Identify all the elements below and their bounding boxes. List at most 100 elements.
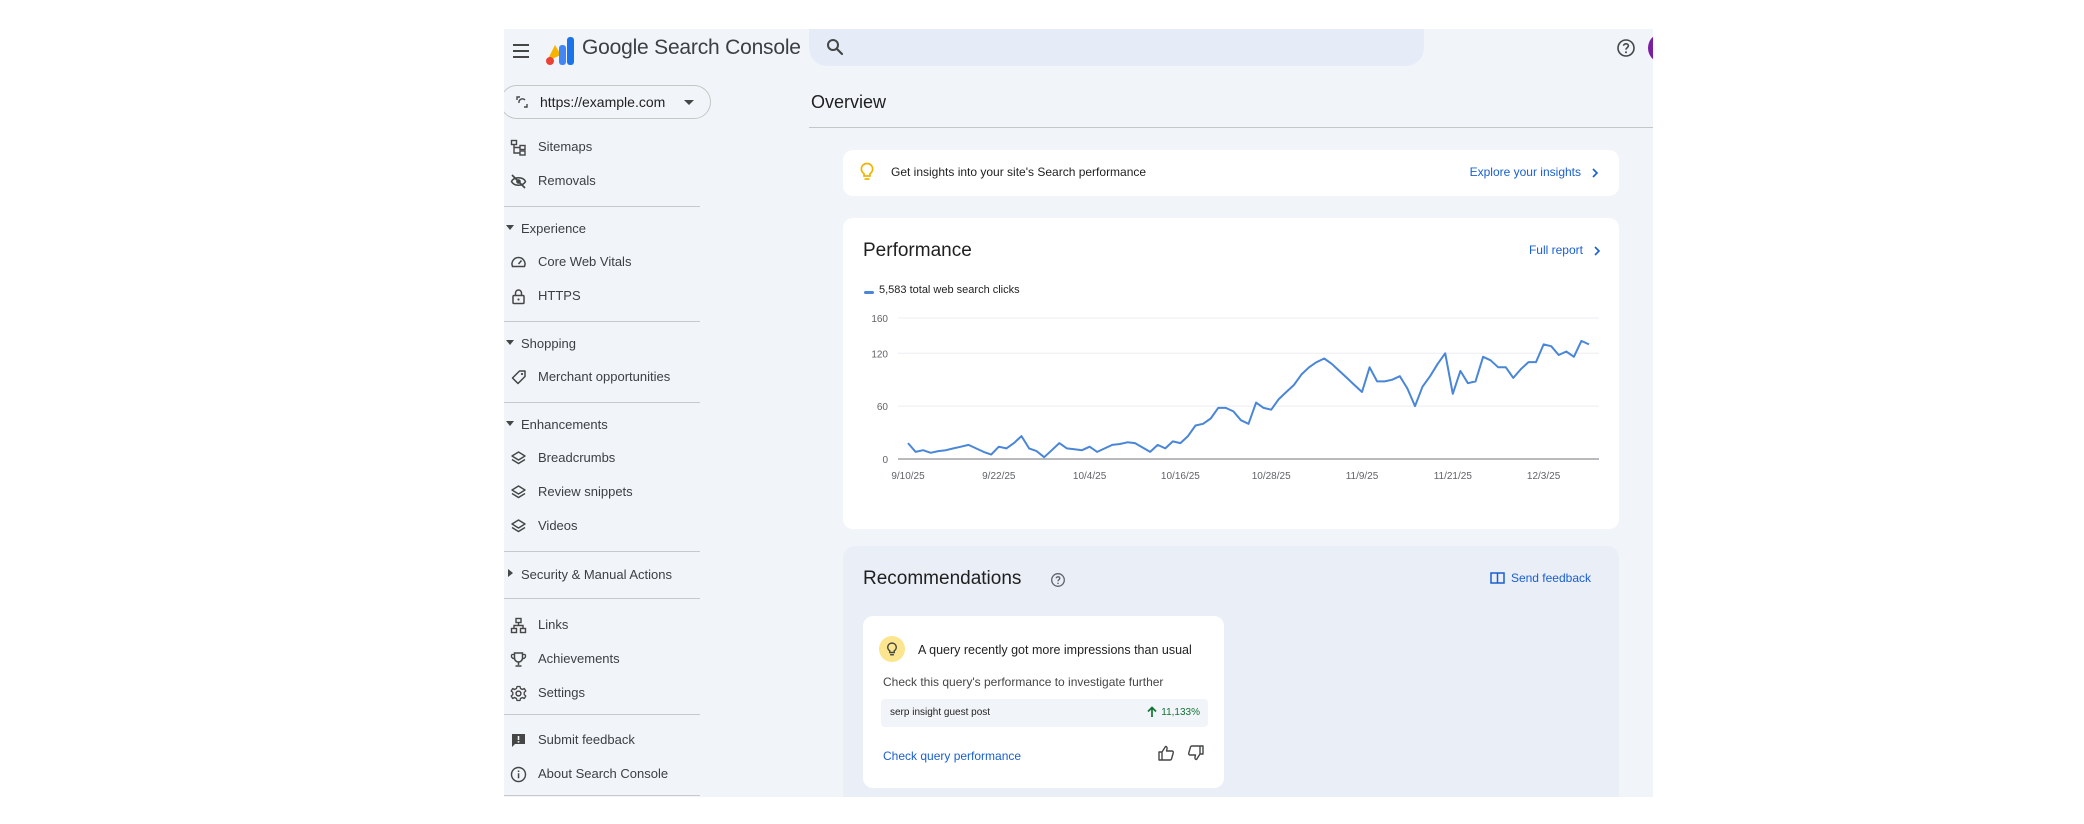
lightbulb-icon xyxy=(860,162,874,180)
main-menu-button[interactable] xyxy=(508,37,536,65)
x-tick-label: 11/21/25 xyxy=(1434,471,1473,482)
query-change-value: 11,133% xyxy=(1161,706,1200,718)
feedback-book-icon xyxy=(1490,572,1505,584)
nav-section-enhancements[interactable]: Enhancements xyxy=(504,414,704,436)
search-input[interactable] xyxy=(809,29,1424,66)
chevron-down-icon xyxy=(684,100,694,105)
query-change: 11,133% xyxy=(1146,706,1200,718)
gear-icon xyxy=(510,685,527,702)
help-icon[interactable] xyxy=(1050,572,1066,588)
performance-title: Performance xyxy=(863,240,972,261)
send-feedback-button[interactable]: Send feedback xyxy=(1490,571,1591,585)
product-name: Google Search Console xyxy=(582,36,801,59)
insights-text: Get insights into your site's Search per… xyxy=(891,165,1147,179)
x-tick-label: 12/3/25 xyxy=(1527,471,1561,482)
y-tick-label: 120 xyxy=(871,349,888,360)
property-url: https://example.com xyxy=(540,94,666,110)
layers-icon xyxy=(511,519,526,533)
query-row: serp insight guest post 11,133% xyxy=(881,699,1208,727)
nav-item-about[interactable]: About Search Console xyxy=(504,760,704,788)
feedback-icon xyxy=(512,734,525,747)
eye-off-icon xyxy=(510,174,527,189)
nav-item-label: Submit feedback xyxy=(538,732,635,747)
nav-item-label: About Search Console xyxy=(538,766,669,781)
nav-section-experience[interactable]: Experience xyxy=(504,218,704,240)
nav-item-removals[interactable]: Removals xyxy=(504,167,704,195)
nav-item-sitemaps[interactable]: Sitemaps xyxy=(504,133,704,161)
layers-icon xyxy=(511,485,526,499)
explore-insights-link[interactable]: Explore your insights xyxy=(1470,165,1581,179)
nav-item-label: Merchant opportunities xyxy=(538,369,671,384)
search-icon xyxy=(827,39,844,56)
clicks-series-line xyxy=(907,339,1590,459)
nav-item-settings[interactable]: Settings xyxy=(504,679,704,707)
nav-item-links[interactable]: Links xyxy=(504,611,704,639)
chevron-right-icon xyxy=(1594,246,1601,256)
nav-divider xyxy=(504,321,700,322)
x-tick-label: 10/28/25 xyxy=(1252,471,1291,482)
thumbs-down-icon[interactable] xyxy=(1187,744,1205,762)
nav-divider xyxy=(504,714,700,715)
full-report-link[interactable]: Full report xyxy=(1529,243,1583,257)
nav-item-review-snippets[interactable]: Review snippets xyxy=(504,478,704,506)
chevron-right-icon xyxy=(1592,168,1599,178)
property-selector[interactable]: https://example.com xyxy=(504,85,711,119)
nav-item-label: Links xyxy=(538,617,569,632)
nav-item-merchant-opportunities[interactable]: Merchant opportunities xyxy=(504,363,704,391)
info-icon xyxy=(510,766,527,783)
nav-section-label: Shopping xyxy=(521,336,576,351)
recommendation-heading: A query recently got more impressions th… xyxy=(918,643,1192,657)
help-icon xyxy=(1617,39,1635,57)
nav-item-label: Review snippets xyxy=(538,484,633,499)
x-tick-label: 11/9/25 xyxy=(1346,471,1379,482)
nav-item-https[interactable]: HTTPS xyxy=(504,282,704,310)
recommendations-panel: Recommendations Send feedback A query re… xyxy=(843,546,1619,797)
thumbs-up-icon[interactable] xyxy=(1157,744,1175,762)
page-title: Overview xyxy=(811,92,887,112)
nav-item-submit-feedback[interactable]: Submit feedback xyxy=(504,726,704,754)
x-tick-label: 9/10/25 xyxy=(891,471,925,482)
chevron-down-icon xyxy=(506,421,514,426)
nav-item-label: Sitemaps xyxy=(538,139,593,154)
links-icon xyxy=(510,617,527,634)
nav-item-label: Settings xyxy=(538,685,585,700)
nav-divider xyxy=(504,206,700,207)
nav-section-security[interactable]: Security & Manual Actions xyxy=(504,564,704,586)
nav-item-label: Achievements xyxy=(538,651,620,666)
trophy-icon xyxy=(510,652,527,667)
nav-item-videos[interactable]: Videos xyxy=(504,512,704,540)
header-divider xyxy=(809,127,1653,128)
nav-divider xyxy=(504,551,700,552)
avatar[interactable] xyxy=(1648,33,1653,63)
x-tick-label: 9/22/25 xyxy=(982,471,1016,482)
nav-item-breadcrumbs[interactable]: Breadcrumbs xyxy=(504,444,704,472)
nav-section-shopping[interactable]: Shopping xyxy=(504,333,704,355)
query-text: serp insight guest post xyxy=(890,707,991,718)
y-tick-label: 160 xyxy=(871,314,888,325)
lightbulb-icon xyxy=(879,636,905,662)
recommendation-subtext: Check this query's performance to invest… xyxy=(883,675,1164,689)
nav-section-label: Experience xyxy=(521,221,587,236)
search-console-logo-icon xyxy=(546,37,574,65)
lock-icon xyxy=(512,289,525,305)
chevron-down-icon xyxy=(506,225,514,230)
check-query-performance-link[interactable]: Check query performance xyxy=(883,749,1021,763)
arrow-up-icon xyxy=(1147,706,1157,717)
nav-item-label: Core Web Vitals xyxy=(538,254,632,269)
hamburger-icon xyxy=(513,44,529,58)
nav-item-label: HTTPS xyxy=(538,288,581,303)
performance-chart: 0 60 120 160 9/10/25 9/22/25 10/4/25 10/16/25 10… xyxy=(871,314,1599,482)
gauge-icon xyxy=(511,256,526,268)
chevron-down-icon xyxy=(506,340,514,345)
nav-item-core-web-vitals[interactable]: Core Web Vitals xyxy=(504,248,704,276)
nav-section-label: Enhancements xyxy=(521,417,608,432)
recommendation-card: A query recently got more impressions th… xyxy=(863,616,1224,788)
help-button[interactable] xyxy=(1611,33,1641,63)
nav-item-label: Breadcrumbs xyxy=(538,450,616,465)
search-console-window: Google Search Console 64 xyxy=(504,29,1653,797)
nav-item-label: Removals xyxy=(538,173,596,188)
nav-divider xyxy=(504,402,700,403)
nav-item-label: Videos xyxy=(538,518,578,533)
layers-icon xyxy=(511,451,526,465)
nav-item-achievements[interactable]: Achievements xyxy=(504,645,704,673)
